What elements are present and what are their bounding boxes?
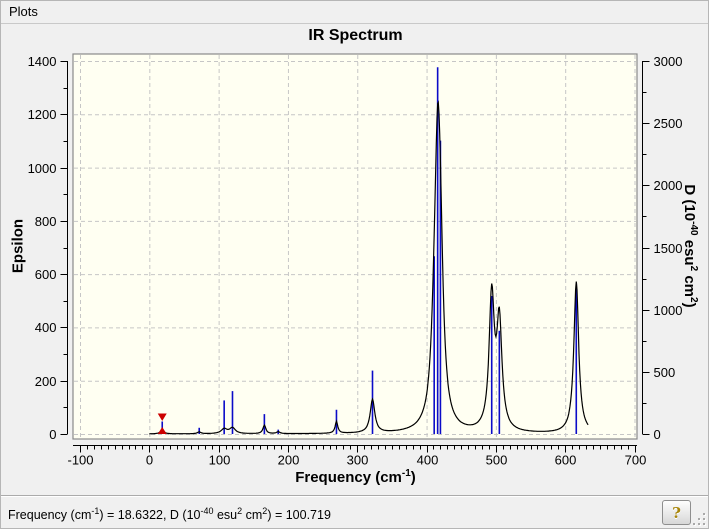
x-tick-label: 600 <box>555 453 577 468</box>
y-left-tick-label: 1400 <box>28 54 57 69</box>
y-right-tick-label: 2500 <box>654 116 683 131</box>
y-left-tick-label: 400 <box>35 320 57 335</box>
plots-window: 0 200 400 600 800 1000 1200 1400 0 500 1000 1500 200… <box>0 0 709 529</box>
y-right-tick-label: 0 <box>654 427 661 442</box>
chart-title: IR Spectrum <box>308 27 403 44</box>
x-tick-label: 200 <box>278 453 300 468</box>
y-left-axis-title: Epsilon <box>9 218 27 274</box>
y-right-axis-title: D (10-40 esu2 cm2) <box>681 184 699 308</box>
x-axis-title: Frequency (cm-1) <box>295 468 416 486</box>
x-tick-label: 700 <box>625 453 647 468</box>
x-tick-label: -100 <box>67 453 93 468</box>
y-left-tick-label: 200 <box>35 374 57 389</box>
y-right-tick-label: 3000 <box>654 54 683 69</box>
ir-spectrum-plot: 0200400600800100012001400050010001500200… <box>28 53 683 468</box>
help-button[interactable]: ? <box>662 500 691 525</box>
y-left-tick-label: 0 <box>49 427 56 442</box>
x-tick-label: 0 <box>146 453 153 468</box>
menu-bar: Plots <box>1 1 708 24</box>
x-tick-label: 500 <box>486 453 508 468</box>
x-tick-label: 100 <box>209 453 231 468</box>
question-mark-icon: ? <box>672 503 681 522</box>
y-right-tick-label: 1500 <box>654 241 683 256</box>
y-left-tick-label: 600 <box>35 267 57 282</box>
y-left-tick-label: 1200 <box>28 107 57 122</box>
y-left-tick-label: 1000 <box>28 161 57 176</box>
resize-grip[interactable] <box>693 513 706 526</box>
y-left-tick-label: 800 <box>35 214 57 229</box>
y-right-tick-label: 500 <box>654 365 676 380</box>
y-right-tick-label: 1000 <box>654 303 683 318</box>
x-tick-label: 300 <box>347 453 369 468</box>
cursor-readout: Frequency (cm-1) = 18.6322, D (10-40 esu… <box>8 506 331 523</box>
status-bar: Frequency (cm-1) = 18.6322, D (10-40 esu… <box>1 495 708 528</box>
y-right-tick-label: 2000 <box>654 178 683 193</box>
x-tick-label: 400 <box>417 453 439 468</box>
menu-plots[interactable]: Plots <box>1 1 46 23</box>
